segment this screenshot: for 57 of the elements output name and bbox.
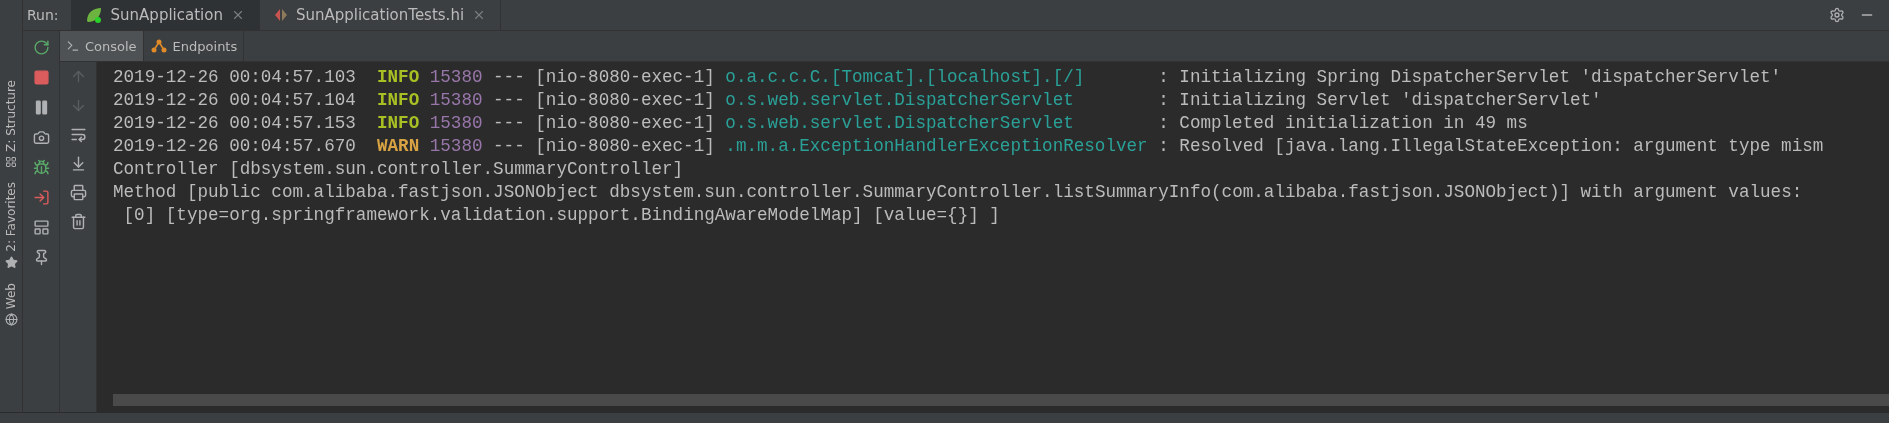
log-thread: [nio-8080-exec-1] — [535, 66, 715, 89]
log-logger: o.a.c.c.C.[Tomcat].[localhost].[/] — [725, 66, 1086, 89]
log-thread: [nio-8080-exec-1] — [535, 89, 715, 112]
log-pid: 15380 — [429, 66, 483, 89]
soft-wrap-icon[interactable] — [69, 126, 87, 143]
tool-window-label[interactable]: Z: Structure — [4, 80, 18, 152]
stop-icon[interactable] — [32, 69, 50, 86]
log-thread: [nio-8080-exec-1] — [535, 135, 715, 158]
log-level: INFO — [376, 66, 420, 89]
log-separator: --- — [493, 135, 525, 158]
log-thread: [nio-8080-exec-1] — [535, 112, 715, 135]
exit-icon[interactable] — [32, 189, 50, 206]
settings-icon[interactable] — [1829, 7, 1845, 23]
print-icon[interactable] — [69, 184, 87, 201]
console-tab[interactable]: Console — [60, 31, 144, 61]
log-text: [0] [type=org.springframework.validation.support.BindingAwareModelMap] [value={}] ] — [122, 204, 1000, 227]
spring-leaf-icon — [84, 6, 103, 24]
log-logger: o.s.web.servlet.DispatcherServlet — [725, 112, 1075, 135]
endpoints-icon — [149, 38, 168, 54]
structure-icon — [5, 155, 17, 168]
log-logger: o.s.web.servlet.DispatcherServlet — [725, 89, 1075, 112]
log-timestamp: 2019-12-26 00:04:57.104 — [113, 89, 356, 112]
log-level: WARN — [376, 135, 420, 158]
log-timestamp: 2019-12-26 00:04:57.670 — [113, 135, 356, 158]
log-message: : Resolved [java.lang.IllegalStateException: argument type mism — [1158, 135, 1824, 158]
log-separator: --- — [493, 112, 525, 135]
log-logger: .m.m.a.ExceptionHandlerExceptionResolver — [725, 135, 1148, 158]
log-pid: 15380 — [429, 89, 483, 112]
log-message: : Completed initialization in 49 ms — [1158, 112, 1528, 135]
tool-window-label[interactable]: 2: Favorites — [4, 181, 18, 252]
run-label: Run: — [26, 7, 60, 23]
log-separator: --- — [493, 66, 525, 89]
run-tab[interactable]: SunApplicationTests.hi — [259, 0, 502, 30]
log-pid: 15380 — [429, 112, 483, 135]
log-level: INFO — [376, 112, 420, 135]
tool-window-label[interactable]: Web — [4, 282, 18, 309]
log-level: INFO — [376, 89, 420, 112]
globe-icon — [4, 312, 18, 326]
log-text: Controller [dbsystem.sun.controller.SummaryController] — [113, 158, 684, 181]
run-tab[interactable]: SunApplication — [70, 0, 260, 30]
log-timestamp: 2019-12-26 00:04:57.103 — [113, 66, 356, 89]
log-text: Method [public com.alibaba.fastjson.JSONObject dbsystem.sun.controller.SummaryController.listSummaryInfo(com.alibaba.fastjson.JSONObject)] with argument values: — [113, 181, 1803, 204]
layout-icon[interactable] — [32, 219, 50, 236]
rerun-icon[interactable] — [32, 39, 50, 56]
log-message: : Initializing Servlet 'dispatcherServlet' — [1158, 89, 1602, 112]
log-separator: --- — [493, 89, 525, 112]
star-icon — [4, 255, 18, 269]
diamond-icon — [273, 8, 288, 22]
log-message: : Initializing Spring DispatcherServlet 'dispatcherServlet' — [1158, 66, 1782, 89]
trash-icon[interactable] — [69, 213, 87, 230]
console-tab[interactable]: Endpoints — [143, 31, 245, 61]
log-timestamp: 2019-12-26 00:04:57.153 — [113, 112, 356, 135]
camera-icon[interactable] — [32, 129, 50, 146]
log-pid: 15380 — [429, 135, 483, 158]
bug-icon[interactable] — [32, 159, 50, 176]
terminal-icon — [66, 39, 80, 53]
scrollbar-thumb[interactable] — [113, 394, 1889, 406]
